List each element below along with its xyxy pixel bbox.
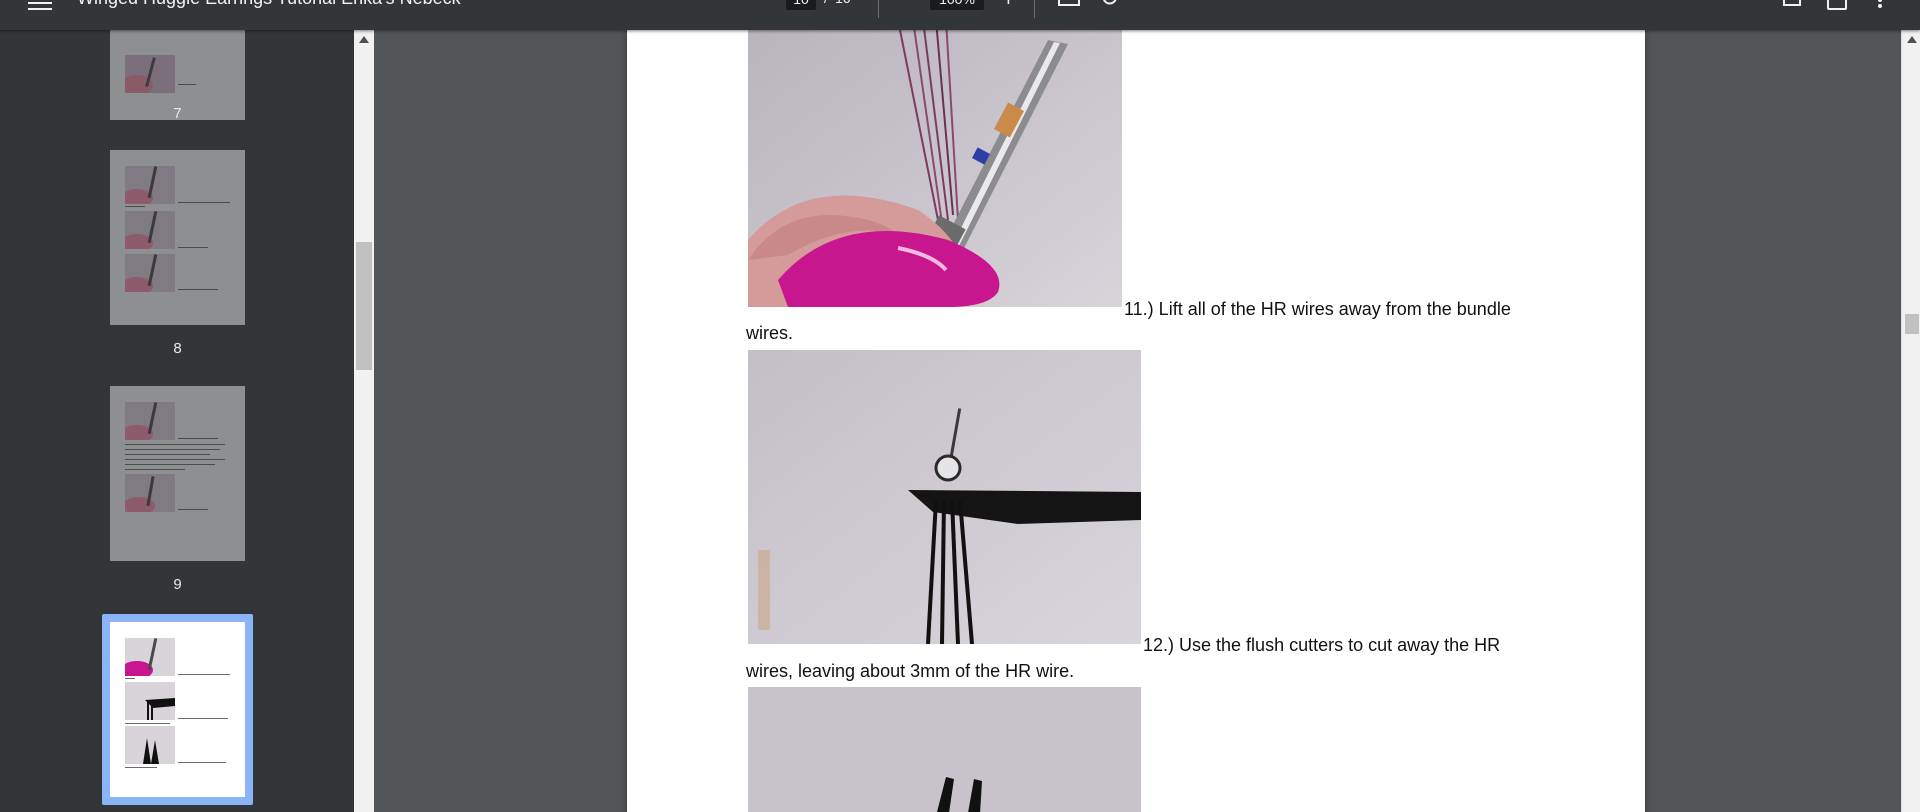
step-13-photo: [748, 687, 1141, 812]
page-thumbnail-8[interactable]: [110, 150, 245, 325]
step-12-caption-line2: wires, leaving about 3mm of the HR wire.: [746, 661, 1075, 681]
thumbnail-sidebar: 7 8 9: [0, 30, 354, 812]
sidebar-scroll-thumb[interactable]: [356, 242, 372, 370]
step-11-photo: [748, 30, 1122, 307]
page-scrollbar[interactable]: [1901, 30, 1920, 812]
pdf-page: 11.) Lift all of the HR wires away from …: [627, 30, 1645, 812]
zoom-in-icon[interactable]: +: [1002, 0, 1015, 12]
thumbnail-label: 8: [173, 340, 182, 357]
pdf-toolbar: Winged Huggie Earrings Tutorial Erika's …: [0, 0, 1920, 30]
step-11-caption-line2: wires.: [746, 323, 794, 343]
document-title: Winged Huggie Earrings Tutorial Erika's …: [77, 0, 461, 9]
toolbar-divider: [1034, 0, 1035, 18]
print-icon[interactable]: [1827, 0, 1847, 10]
thumbnail-label: 7: [173, 105, 182, 122]
page-total: 16: [835, 0, 851, 6]
page-separator: /: [824, 0, 828, 6]
step-12-caption-line1: 12.) Use the flush cutters to cut away t…: [1143, 635, 1501, 655]
page-thumbnail-10[interactable]: [110, 622, 245, 797]
thumbnail-label: 9: [173, 576, 182, 593]
sidebar-scrollbar[interactable]: [354, 30, 374, 812]
zoom-out-icon[interactable]: –: [897, 0, 907, 9]
page-scroll-thumb[interactable]: [1905, 314, 1919, 334]
rotate-icon[interactable]: ↺: [1100, 0, 1120, 13]
pdf-viewer: 11.) Lift all of the HR wires away from …: [374, 30, 1901, 812]
page-thumbnail-9[interactable]: [110, 386, 245, 561]
zoom-level-input[interactable]: 100%: [930, 0, 984, 10]
toolbar-divider: [878, 0, 879, 18]
scroll-up-arrow-icon[interactable]: [1907, 36, 1917, 43]
step-11-caption-line1: 11.) Lift all of the HR wires away from …: [1124, 299, 1511, 319]
download-icon[interactable]: [1783, 0, 1801, 6]
step-12-photo: [748, 350, 1141, 644]
menu-icon[interactable]: [28, 0, 52, 10]
more-icon[interactable]: [1878, 0, 1882, 10]
page-number-input[interactable]: 10: [786, 0, 816, 10]
scroll-up-arrow-icon[interactable]: [359, 36, 369, 43]
fit-page-icon[interactable]: [1058, 0, 1080, 6]
